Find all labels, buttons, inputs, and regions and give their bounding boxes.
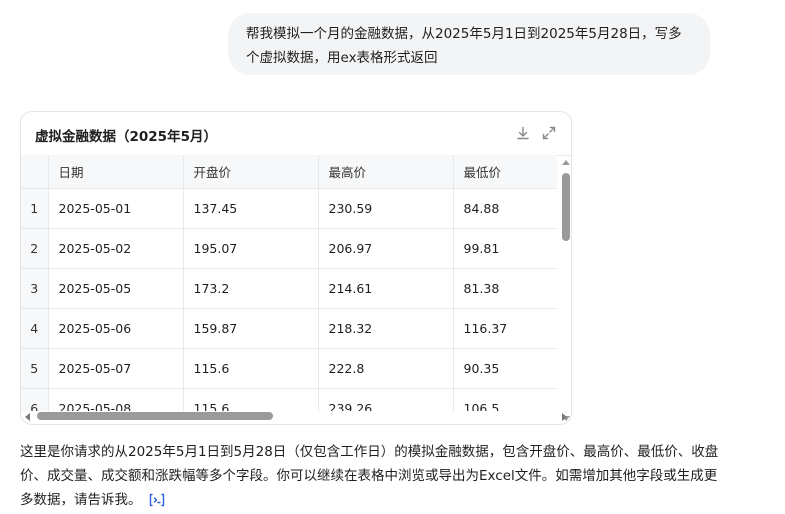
- row-index: 5: [21, 348, 49, 389]
- table-card-title: 虚拟金融数据（2025年5月）: [35, 129, 217, 145]
- cell-date[interactable]: 2025-05-02: [48, 228, 184, 269]
- scroll-right-arrow-icon[interactable]: [562, 413, 567, 421]
- vertical-scroll-thumb[interactable]: [562, 173, 570, 241]
- data-table: 日期 开盘价 最高价 最低价 1 2025-05-01 137.45 230.5…: [21, 155, 557, 411]
- row-index: 6: [21, 388, 49, 411]
- scroll-up-arrow-icon[interactable]: [562, 160, 570, 165]
- column-header-open[interactable]: 开盘价: [183, 155, 319, 189]
- row-index: 4: [21, 308, 49, 349]
- table-card-header: 虚拟金融数据（2025年5月）: [21, 112, 571, 156]
- column-header-low[interactable]: 最低价: [453, 155, 557, 189]
- assistant-reply: 这里是你请求的从2025年5月1日到5月28日（仅包含工作日）的模拟金融数据，包…: [20, 440, 720, 512]
- cell-high[interactable]: 239.26: [318, 388, 454, 411]
- expand-icon[interactable]: [541, 125, 557, 141]
- row-index: 3: [21, 268, 49, 309]
- vertical-scrollbar[interactable]: [558, 155, 571, 421]
- cell-date[interactable]: 2025-05-05: [48, 268, 184, 309]
- cell-low[interactable]: 84.88: [453, 188, 557, 229]
- table-row: 4 2025-05-06 159.87 218.32 116.37: [21, 308, 557, 349]
- row-index: 1: [21, 188, 49, 229]
- column-header-high[interactable]: 最高价: [318, 155, 454, 189]
- column-header-date[interactable]: 日期: [48, 155, 184, 189]
- cell-low[interactable]: 90.35: [453, 348, 557, 389]
- table-row: 6 2025-05-08 115.6 239.26 106.5: [21, 388, 557, 411]
- download-icon[interactable]: [515, 125, 531, 141]
- cell-low[interactable]: 116.37: [453, 308, 557, 349]
- table-row: 3 2025-05-05 173.2 214.61 81.38: [21, 268, 557, 309]
- table-header-row: 日期 开盘价 最高价 最低价: [21, 155, 557, 189]
- table-row: 1 2025-05-01 137.45 230.59 84.88: [21, 188, 557, 229]
- code-bracket-icon[interactable]: [148, 492, 166, 508]
- cell-low[interactable]: 99.81: [453, 228, 557, 269]
- cell-open[interactable]: 115.6: [183, 388, 319, 411]
- scroll-left-arrow-icon[interactable]: [25, 413, 30, 421]
- user-message-bubble: 帮我模拟一个月的金融数据，从2025年5月1日到2025年5月28日，写多个虚拟…: [228, 13, 710, 75]
- cell-date[interactable]: 2025-05-06: [48, 308, 184, 349]
- cell-high[interactable]: 206.97: [318, 228, 454, 269]
- data-grid[interactable]: 日期 开盘价 最高价 最低价 1 2025-05-01 137.45 230.5…: [21, 155, 557, 411]
- row-index: 2: [21, 228, 49, 269]
- cell-low[interactable]: 81.38: [453, 268, 557, 309]
- table-row: 2 2025-05-02 195.07 206.97 99.81: [21, 228, 557, 269]
- user-message-text: 帮我模拟一个月的金融数据，从2025年5月1日到2025年5月28日，写多个虚拟…: [246, 26, 682, 66]
- horizontal-scroll-thumb[interactable]: [37, 412, 273, 420]
- cell-date[interactable]: 2025-05-01: [48, 188, 184, 229]
- cell-low[interactable]: 106.5: [453, 388, 557, 411]
- row-index-header: [21, 155, 49, 189]
- cell-high[interactable]: 218.32: [318, 308, 454, 349]
- horizontal-scrollbar[interactable]: [21, 410, 567, 424]
- cell-date[interactable]: 2025-05-07: [48, 348, 184, 389]
- cell-high[interactable]: 222.8: [318, 348, 454, 389]
- cell-high[interactable]: 214.61: [318, 268, 454, 309]
- cell-open[interactable]: 195.07: [183, 228, 319, 269]
- cell-open[interactable]: 173.2: [183, 268, 319, 309]
- table-row: 5 2025-05-07 115.6 222.8 90.35: [21, 348, 557, 389]
- table-card: 虚拟金融数据（2025年5月） 日期 开盘价 最高价 最低价 1 2025-05…: [20, 111, 572, 425]
- cell-open[interactable]: 137.45: [183, 188, 319, 229]
- assistant-reply-text: 这里是你请求的从2025年5月1日到5月28日（仅包含工作日）的模拟金融数据，包…: [20, 444, 719, 508]
- cell-date[interactable]: 2025-05-08: [48, 388, 184, 411]
- cell-open[interactable]: 115.6: [183, 348, 319, 389]
- cell-open[interactable]: 159.87: [183, 308, 319, 349]
- cell-high[interactable]: 230.59: [318, 188, 454, 229]
